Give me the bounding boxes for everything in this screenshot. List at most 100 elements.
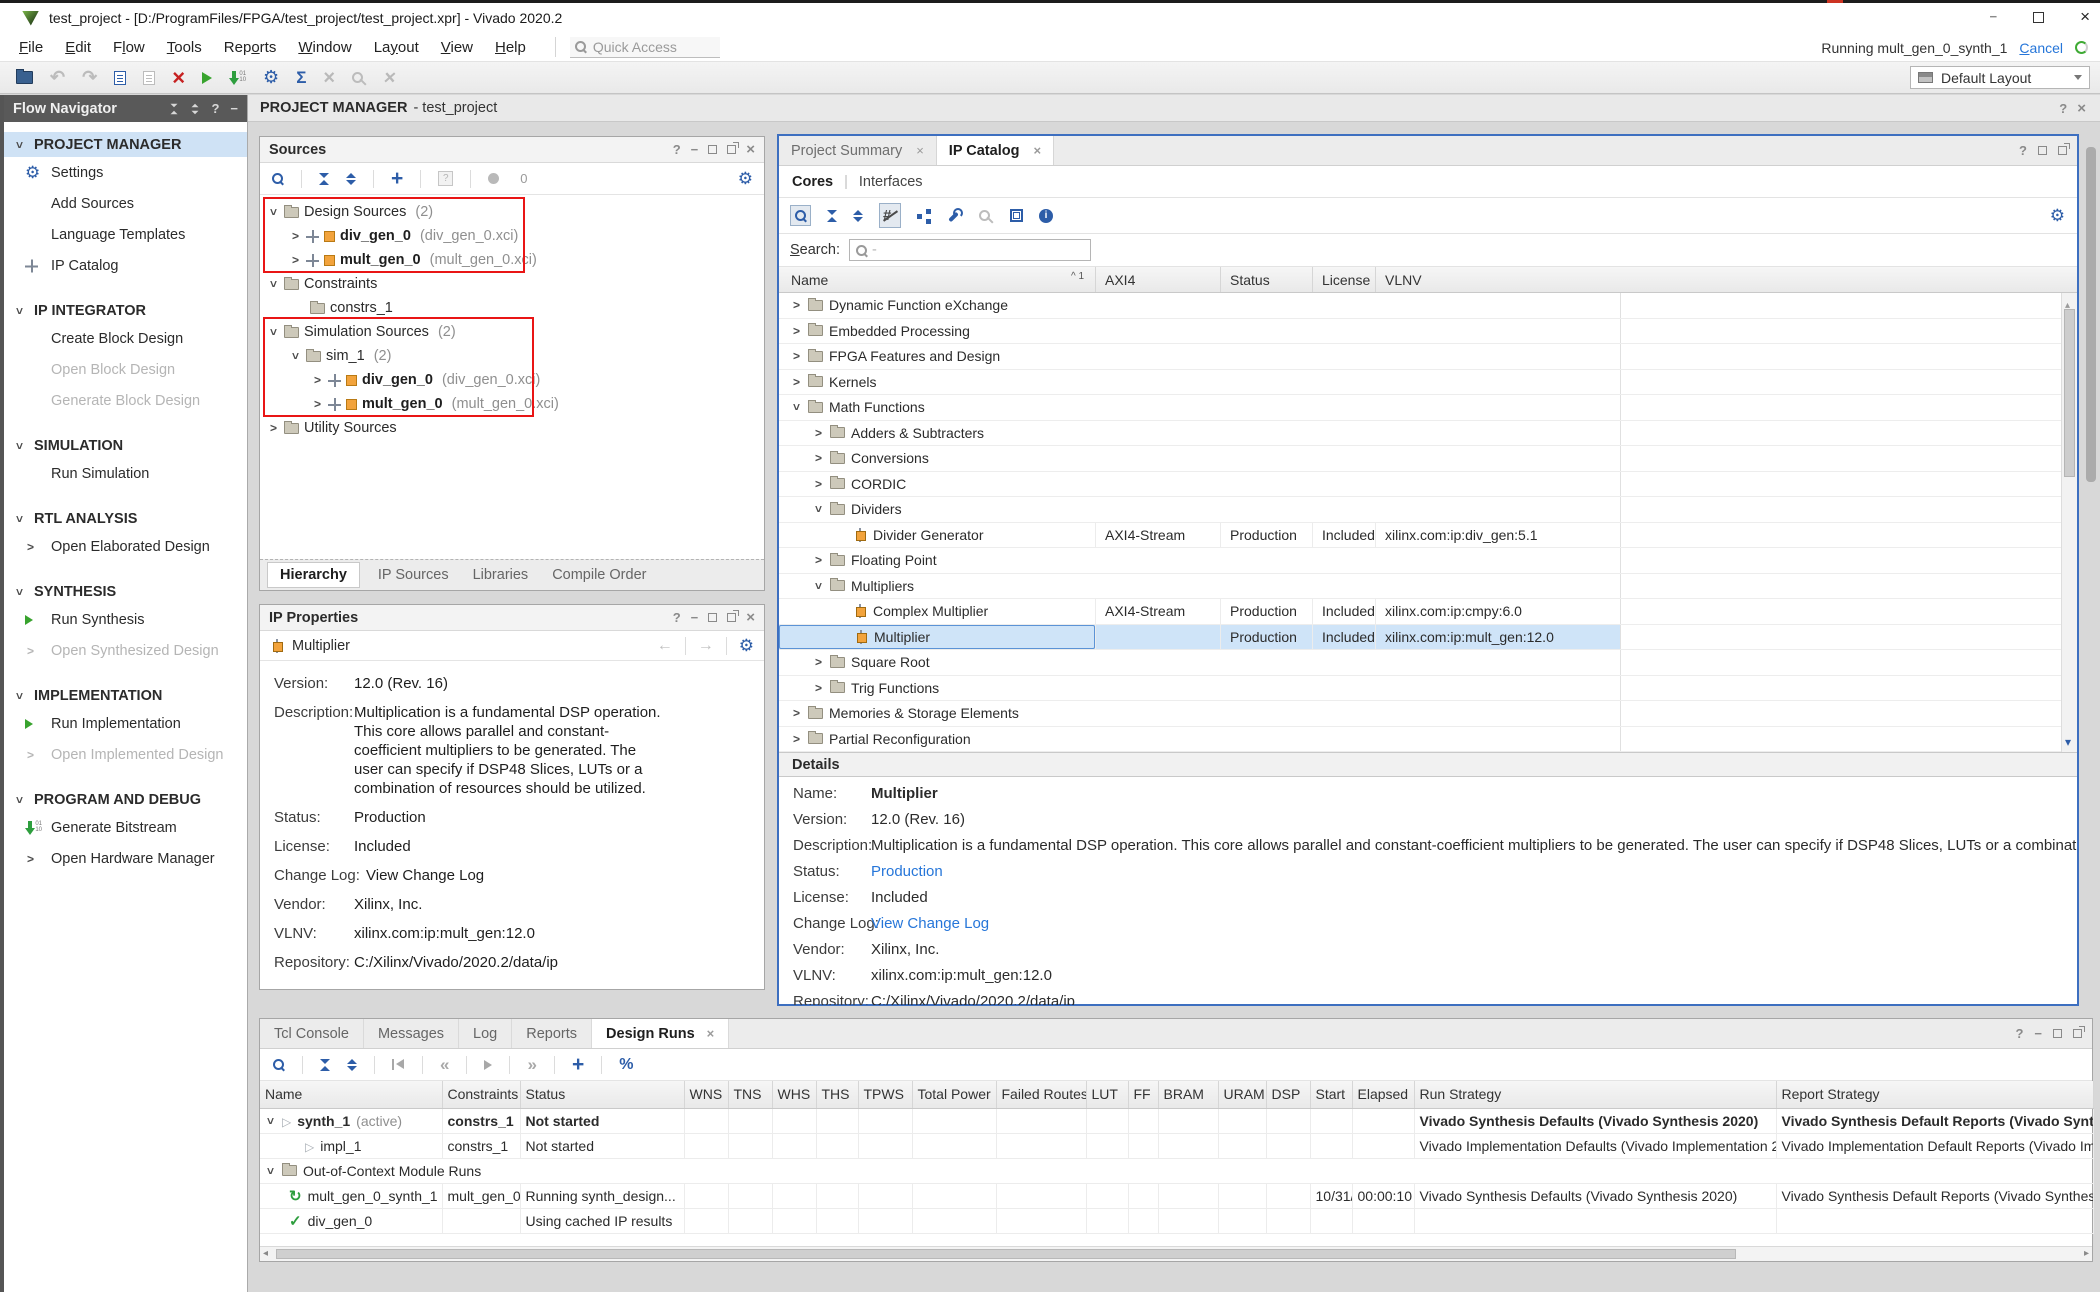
close-icon[interactable] [746,610,755,626]
minimize-icon[interactable] [691,610,699,626]
chevron-right-icon[interactable] [312,373,323,387]
tab-hierarchy[interactable]: Hierarchy [267,562,360,588]
float-icon[interactable] [2073,1029,2082,1038]
run-row-impl-1[interactable]: impl_1 constrs_1 Not started Vivado Impl… [260,1133,2093,1158]
chevron-right-icon[interactable] [813,681,824,695]
tree-row-constrs-1[interactable]: constrs_1 [260,296,764,320]
expand-all-icon[interactable] [347,1059,357,1071]
search-icon[interactable] [272,1058,285,1071]
sidebar-item-open-elaborated-design[interactable]: Open Elaborated Design [4,531,247,562]
column-name[interactable]: Name [779,267,1095,292]
sidebar-item-open-block-design[interactable]: Open Block Design [4,354,247,385]
close-icon[interactable] [746,142,755,158]
chevron-down-icon[interactable] [289,351,303,362]
help-icon[interactable] [2015,1026,2023,1042]
chevron-down-icon[interactable] [13,794,27,805]
design-hierarchy-icon[interactable] [917,209,932,223]
sidebar-item-generate-block-design[interactable]: Generate Block Design [4,385,247,416]
column-vlnv[interactable]: VLNV [1375,267,1620,292]
menu-flow[interactable]: Flow [102,39,156,56]
copy-icon[interactable] [114,71,126,85]
chevron-right-icon[interactable] [290,229,301,243]
catalog-row-complex-multiplier[interactable]: Complex Multiplier AXI4-Stream Productio… [779,599,2077,625]
tree-row-simulation-sources[interactable]: Simulation Sources (2) [260,320,764,344]
column-header[interactable]: Total Power [912,1081,996,1108]
step-first-icon[interactable] [392,1059,405,1070]
column-header[interactable]: BRAM [1158,1081,1218,1108]
column-header[interactable]: FF [1128,1081,1158,1108]
chevron-right-icon[interactable] [25,644,36,658]
clear-icon[interactable] [323,68,335,88]
catalog-row[interactable]: Multipliers [779,574,2077,600]
close-icon[interactable]: × [1033,143,1041,158]
quick-access-input[interactable]: Quick Access [570,37,720,58]
tab-libraries[interactable]: Libraries [461,563,541,587]
search-icon[interactable] [271,172,284,185]
chevron-down-icon[interactable] [13,440,27,451]
collapse-all-icon[interactable] [320,1059,330,1071]
chevron-down-icon[interactable] [790,402,804,413]
column-header[interactable]: URAM [1218,1081,1266,1108]
sidebar-item-generate-bitstream[interactable]: 01 10Generate Bitstream [4,812,247,843]
tree-row-design-sources[interactable]: Design Sources (2) [260,200,764,224]
close-icon[interactable]: × [2080,7,2090,27]
percent-icon[interactable] [619,1056,633,1073]
tab-ip-sources[interactable]: IP Sources [366,563,461,587]
column-header[interactable]: LUT [1086,1081,1128,1108]
catalog-row[interactable]: Adders & Subtracters [779,421,2077,447]
license-key-icon[interactable] [352,70,367,85]
chevron-down-icon[interactable] [267,327,281,338]
search-icon[interactable] [794,209,807,222]
chevron-right-icon[interactable] [25,852,36,866]
column-header[interactable]: WHS [772,1081,816,1108]
collapse-all-icon[interactable] [319,173,329,185]
menu-help[interactable]: Help [484,39,537,56]
scroll-down-icon[interactable] [2065,733,2071,750]
chevron-down-icon[interactable] [13,305,27,316]
chevron-right-icon[interactable] [813,553,824,567]
chevron-right-icon[interactable] [813,655,824,669]
chevron-down-icon[interactable] [13,513,27,524]
chevron-right-icon[interactable] [791,349,802,363]
change-log-link[interactable]: View Change Log [871,915,989,932]
sidebar-section-ip-integrator[interactable]: IP INTEGRATOR [4,298,247,323]
sidebar-item-add-sources[interactable]: Add Sources [4,188,247,219]
settings-gear-icon[interactable] [739,637,754,655]
scroll-right-icon[interactable]: ▸ [2084,1248,2089,1259]
expand-all-icon[interactable] [346,173,356,185]
sidebar-section-project-manager[interactable]: PROJECT MANAGER [4,132,247,157]
subtab-cores[interactable]: Cores [792,174,833,190]
chevron-right-icon[interactable] [25,540,36,554]
tree-row-sim-1[interactable]: sim_1 (2) [260,344,764,368]
chevron-down-icon[interactable] [812,504,826,515]
chevron-down-icon[interactable] [267,207,281,218]
rewind-icon[interactable] [440,1056,449,1074]
chevron-right-icon[interactable] [25,748,36,762]
column-header[interactable]: DSP [1266,1081,1310,1108]
collapse-all-icon[interactable] [827,210,837,222]
tab-compile-order[interactable]: Compile Order [540,563,658,587]
delete-icon[interactable] [172,67,185,89]
scroll-left-icon[interactable]: ◂ [263,1248,268,1259]
float-icon[interactable] [727,613,736,622]
minimize-icon[interactable] [691,142,699,158]
column-header[interactable]: WNS [684,1081,728,1108]
float-icon[interactable] [727,145,736,154]
float-icon[interactable] [2058,146,2067,155]
minimize-icon[interactable] [1989,8,1997,26]
sidebar-section-implementation[interactable]: IMPLEMENTATION [4,683,247,708]
sidebar-item-run-simulation[interactable]: Run Simulation [4,458,247,489]
chevron-down-icon[interactable] [267,279,281,290]
menu-view[interactable]: View [430,39,484,56]
change-log-link[interactable]: View Change Log [366,866,484,885]
redo-icon[interactable] [82,68,97,87]
sidebar-item-open-hardware-manager[interactable]: Open Hardware Manager [4,843,247,874]
sum-icon[interactable] [296,69,306,87]
column-header[interactable]: Failed Routes [996,1081,1086,1108]
sidebar-item-language-templates[interactable]: Language Templates [4,219,247,250]
chevron-right-icon[interactable] [791,732,802,746]
sidebar-section-rtl-analysis[interactable]: RTL ANALYSIS [4,506,247,531]
sidebar-item-run-synthesis[interactable]: Run Synthesis [4,604,247,635]
chevron-right-icon[interactable] [312,397,323,411]
column-status[interactable]: Status [1220,267,1312,292]
